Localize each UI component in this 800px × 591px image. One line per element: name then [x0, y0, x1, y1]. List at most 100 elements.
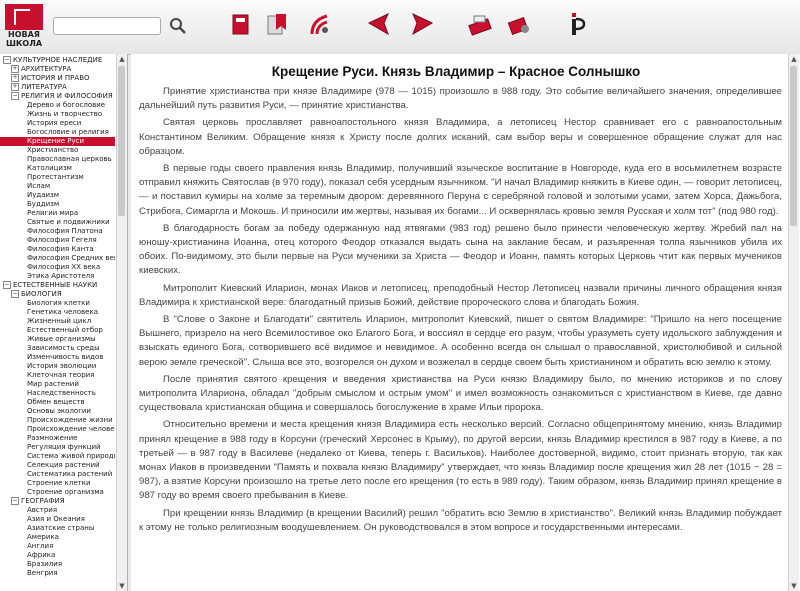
tree-item[interactable]: + ИСТОРИЯ И ПРАВО [0, 74, 115, 83]
tree-item[interactable]: Дерево и богословие [0, 101, 115, 110]
tree-item[interactable]: Естественный отбор [0, 326, 115, 335]
content-scroll-thumb[interactable] [790, 66, 797, 226]
collapse-icon[interactable]: − [3, 56, 11, 64]
tree-item[interactable]: Католицизм [0, 164, 115, 173]
tree-item[interactable]: Этика Аристотеля [0, 272, 115, 281]
tree-item-label: Философия XX века [27, 263, 101, 271]
tree-item[interactable]: Крещение Руси [0, 137, 115, 146]
tree-item[interactable]: Клеточная теория [0, 371, 115, 380]
expand-icon[interactable]: + [11, 65, 19, 73]
logo-text-top: НОВАЯ [8, 30, 40, 39]
back-button[interactable] [366, 10, 392, 40]
tree-item-label: Изменчивость видов [27, 353, 104, 361]
tree-item[interactable]: Селекция растений [0, 461, 115, 470]
tree-item[interactable]: Строение организма [0, 488, 115, 497]
help-button[interactable] [562, 10, 588, 40]
tree-item[interactable]: Происхождение жизни [0, 416, 115, 425]
tree-item[interactable]: Биология клетки [0, 299, 115, 308]
tree-item[interactable]: Философия Канта [0, 245, 115, 254]
print-button[interactable] [467, 10, 493, 40]
content-panel: Крещение Руси. Князь Владимир – Красное … [131, 54, 800, 591]
tree-item[interactable]: Система живой природы [0, 452, 115, 461]
tree-item[interactable]: Регуляция функций [0, 443, 115, 452]
export-button[interactable] [506, 10, 532, 40]
tree-item[interactable]: Венгрия [0, 569, 115, 578]
tree-item[interactable]: + ЛИТЕРАТУРА [0, 83, 115, 92]
tree-item[interactable]: История ереси [0, 119, 115, 128]
tree-item-label: Система живой природы [27, 452, 115, 460]
tree-item[interactable]: Живые организмы [0, 335, 115, 344]
tree-item[interactable]: Философия XX века [0, 263, 115, 272]
tree-item-label: Строение клетки [27, 479, 91, 487]
tree-item[interactable]: История эволюции [0, 362, 115, 371]
tree-item[interactable]: Африка [0, 551, 115, 560]
book-button[interactable] [228, 10, 254, 40]
tree-item[interactable]: Систематика растений [0, 470, 115, 479]
tree-item[interactable]: Жизнь и творчество [0, 110, 115, 119]
tree-scroll-thumb[interactable] [118, 66, 125, 216]
tree-item[interactable]: Иудаизм [0, 191, 115, 200]
tree-item[interactable]: Православная церковь [0, 155, 115, 164]
tree-item[interactable]: Строение клетки [0, 479, 115, 488]
scroll-up-icon[interactable]: ▲ [117, 54, 127, 64]
topic-tree: − КУЛЬТУРНОЕ НАСЛЕДИЕ + АРХИТЕКТУРА + ИСТОРИЯ… [0, 56, 115, 578]
tree-item[interactable]: − РЕЛИГИЯ И ФИЛОСОФИЯ [0, 92, 115, 101]
tree-item-label: Обмен веществ [27, 398, 85, 406]
collapse-icon[interactable]: − [11, 497, 19, 505]
tree-item[interactable]: Генетика человека [0, 308, 115, 317]
tree-item[interactable]: Христианство [0, 146, 115, 155]
tree-item[interactable]: Ислам [0, 182, 115, 191]
tree-item-label: БИОЛОГИЯ [21, 290, 62, 298]
tree-item[interactable]: Буддизм [0, 200, 115, 209]
tree-item[interactable]: Зависимость среды [0, 344, 115, 353]
tree-item[interactable]: Наследственность [0, 389, 115, 398]
tree-scrollbar[interactable]: ▲ ▼ [116, 54, 127, 591]
collapse-icon[interactable]: − [11, 290, 19, 298]
tree-item[interactable]: + АРХИТЕКТУРА [0, 65, 115, 74]
tree-item[interactable]: − ЕСТЕСТВЕННЫЕ НАУКИ [0, 281, 115, 290]
search-button[interactable] [167, 15, 189, 37]
collapse-icon[interactable]: − [11, 92, 19, 100]
bookmark-button[interactable] [264, 10, 290, 40]
tree-item-label: Святые и подвижники [27, 218, 110, 226]
tree-item[interactable]: Философия Гегеля [0, 236, 115, 245]
tree-item[interactable]: Святые и подвижники [0, 218, 115, 227]
content-scrollbar[interactable]: ▲ ▼ [788, 54, 799, 591]
tree-item[interactable]: Азиатские страны [0, 524, 115, 533]
tree-item-label: Жизнь и творчество [27, 110, 103, 118]
tree-item[interactable]: − БИОЛОГИЯ [0, 290, 115, 299]
tree-item-label: Строение организма [27, 488, 104, 496]
forward-button[interactable] [409, 10, 435, 40]
audio-button[interactable] [307, 10, 333, 40]
tree-item[interactable]: Религии мира [0, 209, 115, 218]
tree-item[interactable]: Америка [0, 533, 115, 542]
scroll-up-icon[interactable]: ▲ [789, 54, 799, 64]
search-input[interactable] [53, 17, 161, 35]
tree-item-label: ГЕОГРАФИЯ [21, 497, 65, 505]
scroll-down-icon[interactable]: ▼ [117, 581, 127, 591]
tree-item[interactable]: Философия Средних веков [0, 254, 115, 263]
tree-item-label: Буддизм [27, 200, 60, 208]
app-logo[interactable]: НОВАЯ ШКОЛА [4, 4, 44, 49]
expand-icon[interactable]: + [11, 83, 19, 91]
tree-item[interactable]: Жизненный цикл [0, 317, 115, 326]
tree-item[interactable]: − ГЕОГРАФИЯ [0, 497, 115, 506]
collapse-icon[interactable]: − [3, 281, 11, 289]
tree-item[interactable]: Азия и Океания [0, 515, 115, 524]
tree-item[interactable]: Изменчивость видов [0, 353, 115, 362]
tree-item[interactable]: Размножение [0, 434, 115, 443]
tree-item[interactable]: − КУЛЬТУРНОЕ НАСЛЕДИЕ [0, 56, 115, 65]
tree-item[interactable]: Австрия [0, 506, 115, 515]
scroll-down-icon[interactable]: ▼ [789, 581, 799, 591]
tree-item[interactable]: Мир растений [0, 380, 115, 389]
tree-item[interactable]: Происхождение человека [0, 425, 115, 434]
tree-item[interactable]: Бразилия [0, 560, 115, 569]
tree-item[interactable]: Богословие и религия [0, 128, 115, 137]
tree-item[interactable]: Основы экологии [0, 407, 115, 416]
expand-icon[interactable]: + [11, 74, 19, 82]
tree-item[interactable]: Протестантизм [0, 173, 115, 182]
tree-item[interactable]: Англия [0, 542, 115, 551]
tree-item[interactable]: Философия Платона [0, 227, 115, 236]
tree-item-label: Венгрия [27, 569, 58, 577]
tree-item[interactable]: Обмен веществ [0, 398, 115, 407]
